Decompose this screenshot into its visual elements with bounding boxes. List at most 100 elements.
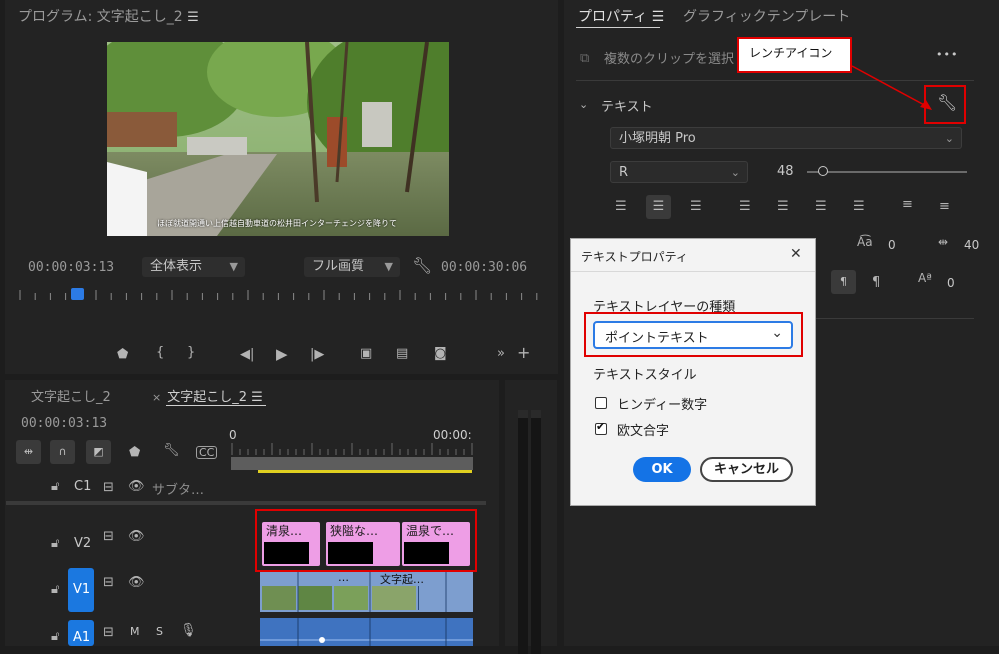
playhead-marker[interactable] xyxy=(71,288,84,300)
eye-icon[interactable]: 👁︎ xyxy=(128,576,145,589)
v2-clips-highlight xyxy=(255,509,477,572)
a1-clips[interactable] xyxy=(260,618,473,646)
timeline-tab-active[interactable]: × 文字起こし_2 ☰ xyxy=(152,386,263,405)
insert-sequence-icon[interactable]: ⇹ xyxy=(16,440,41,464)
lock-icon[interactable]: 🔓︎ xyxy=(51,537,59,550)
sync-lock-icon[interactable]: ⊟ xyxy=(103,576,114,589)
baseline-shift-icon[interactable]: Aª xyxy=(918,272,932,284)
lock-icon[interactable]: 🔓︎ xyxy=(51,630,59,643)
font-size-value[interactable]: 48 xyxy=(777,164,794,179)
tab-graphic-templates[interactable]: グラフィックテンプレート xyxy=(683,6,850,26)
mark-in-icon[interactable]: { xyxy=(156,346,164,359)
timeline-ruler[interactable] xyxy=(231,443,473,455)
panel-menu-icon[interactable]: ☰ xyxy=(187,10,199,25)
checkmark-icon: ✔ xyxy=(596,420,606,433)
marker-icon[interactable]: ⬟ xyxy=(129,446,140,459)
eye-icon[interactable]: 👁︎ xyxy=(128,480,145,493)
font-style-dropdown[interactable]: R ⌄ xyxy=(610,161,748,183)
direction-rtl-icon[interactable]: ¶ xyxy=(831,270,856,294)
add-button-icon[interactable]: + xyxy=(517,345,530,361)
kerning-icon[interactable]: A͡a xyxy=(857,236,873,248)
audio-waveform xyxy=(260,618,473,646)
step-back-icon[interactable]: ◀| xyxy=(240,348,254,361)
font-size-slider[interactable] xyxy=(807,171,967,173)
current-timecode[interactable]: 00:00:03:13 xyxy=(28,260,114,275)
extract-icon[interactable]: ▤ xyxy=(396,347,408,360)
work-area-bar[interactable] xyxy=(231,457,473,470)
align-center-icon[interactable]: ☰ xyxy=(646,195,671,219)
duration-timecode: 00:00:30:06 xyxy=(441,260,528,275)
dialog-title: テキストプロパティ xyxy=(581,250,688,264)
sync-lock-icon[interactable]: ⊟ xyxy=(103,530,114,543)
kerning-value[interactable]: 0 xyxy=(888,238,896,252)
mute-button[interactable]: M xyxy=(130,625,140,638)
justify-center-icon[interactable]: ☰ xyxy=(777,200,789,213)
font-size-slider-knob[interactable] xyxy=(818,166,828,176)
ligatures-checkbox[interactable]: ✔ xyxy=(595,420,607,435)
snap-magnet-icon[interactable]: ∩ xyxy=(50,440,75,464)
ruler-ticks xyxy=(19,290,538,300)
baseline-value[interactable]: 0 xyxy=(947,276,955,290)
text-properties-dialog: テキストプロパティ ✕ テキストレイヤーの種類 ポイントテキスト ⌄ テキストス… xyxy=(570,238,816,506)
direction-ltr-icon[interactable]: ¶ xyxy=(872,276,880,289)
justify-right-icon[interactable]: ☰ xyxy=(815,200,827,213)
captions-icon[interactable]: CC xyxy=(196,446,218,459)
linked-selection-icon[interactable]: ◩ xyxy=(86,440,111,464)
cancel-button[interactable]: キャンセル xyxy=(700,457,793,482)
chevron-down-icon: ⌄ xyxy=(944,132,954,145)
tracking-icon[interactable]: ⇹ xyxy=(938,236,948,248)
eye-icon[interactable]: 👁︎ xyxy=(128,530,145,543)
close-icon[interactable]: × xyxy=(152,391,161,404)
camera-icon[interactable]: ◙ xyxy=(434,347,447,360)
zoom-dropdown[interactable]: 全体表示 ▼ xyxy=(142,257,245,277)
justify-left-icon[interactable]: ☰ xyxy=(739,200,751,213)
program-monitor-title[interactable]: プログラム: 文字起こし_2 ☰ xyxy=(18,6,199,26)
chevron-down-icon: ▼ xyxy=(384,260,393,273)
lock-icon[interactable]: 🔓︎ xyxy=(51,583,59,596)
program-ruler[interactable] xyxy=(18,288,538,302)
sync-lock-icon[interactable]: ⊟ xyxy=(103,481,114,494)
align-right-icon[interactable]: ☰ xyxy=(690,200,702,213)
track-v1-label: V1 xyxy=(73,582,91,597)
timeline-timecode[interactable]: 00:00:03:13 xyxy=(21,416,107,431)
hindi-digits-checkbox[interactable] xyxy=(595,397,607,409)
ligatures-label: 欧文合字 xyxy=(617,424,670,439)
render-bar xyxy=(258,470,472,473)
step-forward-icon[interactable]: |▶ xyxy=(310,348,324,361)
quality-dropdown[interactable]: フル画質 ▼ xyxy=(304,257,400,277)
align-left-icon[interactable]: ☰ xyxy=(615,200,627,213)
ok-button[interactable]: OK xyxy=(633,457,691,482)
track-divider xyxy=(6,501,486,505)
panel-menu-icon[interactable]: ☰ xyxy=(251,390,263,405)
align-middle-icon[interactable]: ≡ xyxy=(939,200,950,213)
add-marker-icon[interactable]: ⬟ xyxy=(117,348,128,361)
mark-out-icon[interactable]: } xyxy=(187,346,195,359)
subtitle-track-name: サブタ… xyxy=(152,483,205,498)
v1-clips[interactable]: … 文字起… xyxy=(260,572,473,612)
dialog-close-icon[interactable]: ✕ xyxy=(790,246,802,262)
ruler-start-label: 0 xyxy=(229,428,237,442)
video-image xyxy=(107,42,449,236)
solo-button[interactable]: S xyxy=(156,625,163,638)
play-icon[interactable]: ▶ xyxy=(276,347,288,362)
lock-icon[interactable]: 🔓︎ xyxy=(51,480,59,493)
sync-lock-icon[interactable]: ⊟ xyxy=(103,626,114,639)
settings-wrench-icon[interactable]: 🔧︎ xyxy=(163,444,180,457)
subtitle-text: ほぼ就道開通い上信越自動車道の松井田インターチェンジを降りて xyxy=(157,219,397,228)
panel-menu-icon[interactable]: ☰ xyxy=(652,9,665,25)
more-controls-icon[interactable]: » xyxy=(497,347,505,360)
font-family-dropdown[interactable]: 小塚明朝 Pro ⌄ xyxy=(610,127,962,149)
callout-text: レンチアイコン xyxy=(749,46,833,60)
wrench-icon[interactable]: 🔧︎ xyxy=(412,258,432,274)
tab-properties[interactable]: プロパティ ☰ xyxy=(578,6,664,26)
collapse-chevron-icon[interactable]: ⌄ xyxy=(579,99,588,110)
section-bottom-divider xyxy=(814,318,974,319)
tracking-value[interactable]: 40 xyxy=(964,238,979,252)
section-text-title: テキスト xyxy=(601,100,653,115)
lift-icon[interactable]: ▣ xyxy=(360,347,372,360)
timeline-tab-inactive[interactable]: 文字起こし_2 xyxy=(31,386,111,405)
justify-all-icon[interactable]: ☰ xyxy=(853,200,865,213)
align-top-icon[interactable]: ≡ xyxy=(902,198,913,211)
microphone-icon[interactable]: 🎙︎ xyxy=(180,624,197,637)
audio-meter-right xyxy=(531,410,541,654)
